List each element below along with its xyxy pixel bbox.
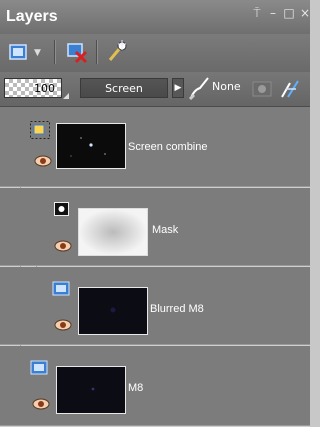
new-layer-button[interactable] [8, 40, 32, 64]
layer-properties-bar: 100 Screen ▶ None [0, 72, 310, 107]
delete-layer-icon [67, 43, 88, 64]
layers-list: − Screen combine [0, 107, 310, 427]
raster-layer-icon [52, 281, 70, 296]
layer-thumbnail[interactable] [56, 366, 126, 414]
layer-thumbnail[interactable] [78, 287, 148, 335]
starfield-thumbnail [70, 137, 106, 157]
raster-layer-icon [30, 360, 48, 375]
mask-effect-button[interactable] [106, 40, 130, 64]
blend-mode-arrow-icon[interactable]: ▶ [172, 78, 184, 98]
panel-titlebar: Layers ⍑ – □ × [0, 0, 310, 35]
visibility-icon[interactable] [54, 319, 72, 331]
maximize-icon[interactable]: □ [282, 6, 296, 20]
layer-row[interactable]: Screen combine [0, 107, 310, 187]
layer-name[interactable]: Screen combine [128, 141, 208, 153]
panel-title: Layers [6, 8, 58, 25]
layer-toolbar: ▼ [0, 34, 310, 73]
link-mask-button[interactable] [250, 77, 274, 101]
layer-name[interactable]: Blurred M8 [150, 303, 204, 315]
layer-thumbnail[interactable] [56, 123, 126, 169]
group-icon [30, 121, 50, 139]
mask-thumbnail[interactable] [78, 208, 148, 256]
layer-row[interactable]: Blurred M8 [0, 267, 310, 345]
new-layer-icon [9, 44, 27, 60]
mask-gradient-thumbnail [79, 209, 147, 255]
brush-mask-label[interactable]: None [212, 80, 241, 93]
lock-transparency-button[interactable] [278, 77, 302, 101]
mask-effect-icon [108, 40, 127, 61]
layer-name[interactable]: M8 [128, 382, 143, 394]
layer-row[interactable]: Mask [0, 188, 310, 266]
delete-layer-button[interactable] [66, 40, 90, 64]
starfield-thumbnail [110, 307, 116, 313]
brush-variant-icon[interactable] [188, 76, 210, 100]
visibility-icon[interactable] [32, 398, 50, 410]
visibility-icon[interactable] [34, 155, 52, 167]
starfield-thumbnail [91, 387, 95, 391]
opacity-field[interactable]: 100 [4, 78, 62, 98]
chevron-down-icon[interactable]: ▼ [34, 48, 41, 58]
opacity-slider-handle-icon[interactable] [63, 93, 69, 99]
link-icon [281, 80, 299, 98]
pin-icon[interactable]: ⍑ [250, 6, 264, 20]
mask-layer-icon [54, 202, 69, 216]
toolbar-divider [54, 40, 56, 64]
blend-mode-select[interactable]: Screen [80, 78, 168, 98]
minimize-icon[interactable]: – [266, 6, 280, 20]
toolbar-divider [96, 40, 98, 64]
mask-icon [252, 81, 272, 97]
visibility-icon[interactable] [54, 240, 72, 252]
layer-name[interactable]: Mask [152, 224, 178, 236]
layer-row[interactable]: M8 [0, 346, 310, 426]
close-icon[interactable]: × [298, 6, 312, 20]
